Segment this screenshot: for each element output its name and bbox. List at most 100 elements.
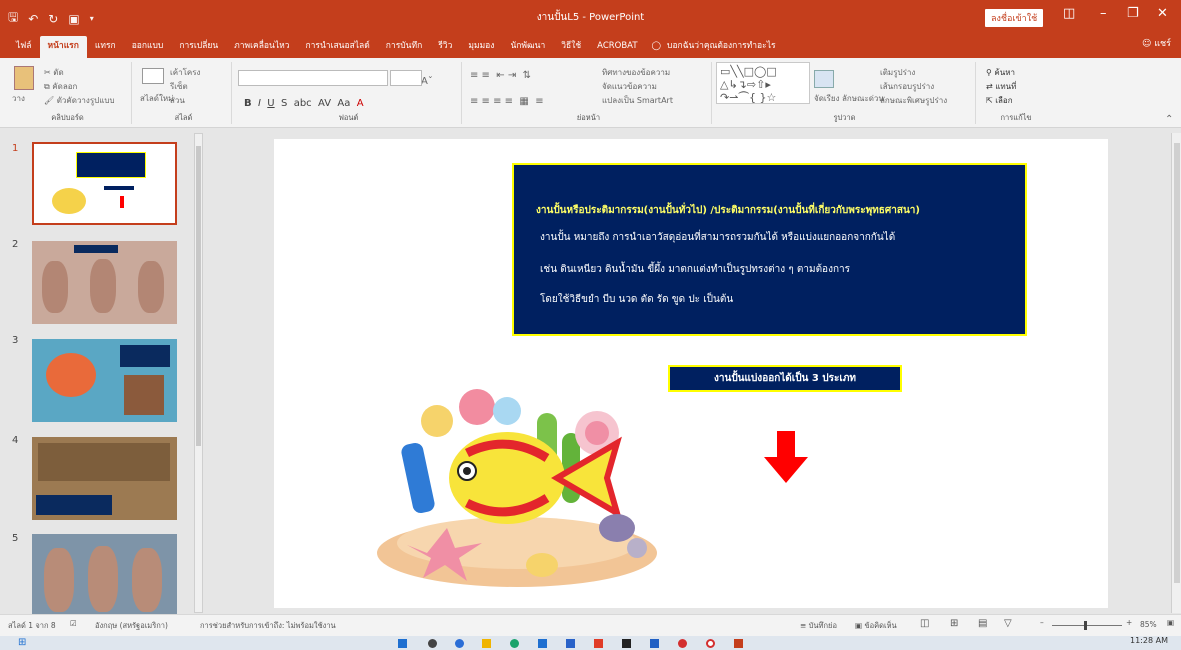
- taskbar-app-icon[interactable]: [678, 639, 687, 648]
- down-arrow-shape[interactable]: [764, 431, 808, 483]
- tab-acrobat[interactable]: ACROBAT: [589, 36, 645, 58]
- taskbar-app-icon[interactable]: [482, 639, 491, 648]
- taskbar-app-icon[interactable]: [566, 639, 575, 648]
- slide-thumbnail-4[interactable]: [32, 437, 177, 520]
- language-status[interactable]: อังกฤษ (สหรัฐอเมริกา): [95, 620, 168, 632]
- new-slide-button[interactable]: สไลด์ใหม่: [140, 92, 173, 105]
- clipboard-group-label: คลิปบอร์ด: [51, 113, 84, 122]
- alignment-icons[interactable]: ≡ ≡ ≡ ≡ ▦ ≡: [470, 96, 544, 107]
- slide-canvas[interactable]: งานปั้นหรือประติมากรรม(งานปั้นทั่วไป) /ป…: [274, 139, 1108, 608]
- copy-button[interactable]: ⧉ คัดลอก: [44, 80, 77, 93]
- tab-review[interactable]: รีวิว: [430, 36, 460, 58]
- thumb-number-5: 5: [12, 533, 19, 544]
- close-icon[interactable]: ✕: [1157, 6, 1168, 21]
- zoom-level[interactable]: 85%: [1140, 620, 1157, 629]
- tab-transitions[interactable]: การเปลี่ยน: [171, 36, 226, 58]
- align-text-button[interactable]: จัดแนวข้อความ: [602, 80, 657, 93]
- person-icon: ☺: [1141, 39, 1152, 49]
- tab-view[interactable]: มุมมอง: [460, 36, 502, 58]
- thumb-tools: [124, 375, 164, 415]
- font-name-box[interactable]: [238, 70, 388, 86]
- select-button[interactable]: ⇱ เลือก: [986, 94, 1013, 107]
- sign-in-button[interactable]: ลงชื่อเข้าใช้: [985, 9, 1044, 27]
- taskbar-app-icon[interactable]: [538, 639, 547, 648]
- tab-developer[interactable]: นักพัฒนา: [502, 36, 553, 58]
- bullets-icon[interactable]: ≡ ≡ ⇤ ⇥ ⇅: [470, 70, 531, 81]
- restore-icon[interactable]: ❐: [1127, 6, 1139, 21]
- thumb-title: [74, 245, 118, 253]
- start-icon[interactable]: ⊞: [18, 637, 26, 648]
- minimize-icon[interactable]: –: [1100, 6, 1107, 21]
- zoom-slider-thumb[interactable]: [1084, 621, 1087, 630]
- shape-outline-button[interactable]: เส้นกรอบรูปร่าง: [880, 80, 934, 93]
- paste-icon[interactable]: [14, 66, 34, 90]
- slideshow-icon[interactable]: ▽: [1004, 618, 1012, 629]
- spellcheck-icon[interactable]: ☑: [70, 619, 77, 628]
- subtitle-box[interactable]: งานปั้นแบ่งออกได้เป็น 3 ประเภท: [668, 365, 902, 392]
- share-button[interactable]: ☺ แชร์: [1142, 36, 1171, 50]
- taskbar-app-icon[interactable]: [455, 639, 464, 648]
- taskbar-app-icon[interactable]: [706, 639, 715, 648]
- format-painter-button[interactable]: 🖌 ตัวคัดวางรูปแบบ: [44, 94, 115, 107]
- font-format-buttons[interactable]: B I U S abc AV Aa A: [244, 98, 364, 109]
- slide-thumbnail-3[interactable]: [32, 339, 177, 422]
- quick-styles-button[interactable]: ลักษณะด่วน: [842, 92, 884, 105]
- tab-slideshow[interactable]: การนำเสนอสไลด์: [298, 36, 378, 58]
- taskbar-app-icon[interactable]: [398, 639, 407, 648]
- collapse-ribbon-icon[interactable]: ⌃: [1165, 114, 1173, 125]
- shape-effects-button[interactable]: ลักษณะพิเศษรูปร่าง: [880, 94, 947, 107]
- notes-button[interactable]: ≡ บันทึกย่อ: [800, 620, 837, 632]
- taskbar-app-icon[interactable]: [594, 639, 603, 648]
- tab-animations[interactable]: ภาพเคลื่อนไหว: [226, 36, 297, 58]
- reading-view-icon[interactable]: ▤: [978, 618, 987, 629]
- thumbnail-scrollbar[interactable]: [194, 133, 203, 613]
- taskbar-powerpoint-icon[interactable]: [734, 639, 743, 648]
- section-button[interactable]: ส่วน: [170, 94, 185, 107]
- tab-record[interactable]: การบันทึก: [378, 36, 430, 58]
- comments-button[interactable]: ▣ ข้อคิดเห็น: [855, 620, 897, 632]
- tab-file[interactable]: ไฟล์: [8, 36, 40, 58]
- text-direction-button[interactable]: ทิศทางของข้อความ: [602, 66, 670, 79]
- fit-slide-icon[interactable]: ▣: [1167, 618, 1174, 627]
- definition-line-2: เช่น ดินเหนียว ดินน้ำมัน ขี้ผึ้ง มาตกแต่…: [540, 264, 850, 275]
- tab-insert[interactable]: แทรก: [87, 36, 124, 58]
- shape-fill-button[interactable]: เติมรูปร่าง: [880, 66, 915, 79]
- smartart-button[interactable]: แปลงเป็น SmartArt: [602, 94, 673, 107]
- tab-home[interactable]: หน้าแรก: [39, 36, 87, 58]
- paste-button[interactable]: วาง: [12, 92, 25, 105]
- cut-button[interactable]: ✂ ตัด: [44, 66, 64, 79]
- slide-scrollbar[interactable]: [1171, 133, 1181, 613]
- accessibility-status[interactable]: การช่วยสำหรับการเข้าถึง: ไม่พร้อมใช้งาน: [200, 620, 336, 632]
- zoom-out-icon[interactable]: –: [1040, 618, 1044, 627]
- layout-button[interactable]: เค้าโครง: [170, 66, 200, 79]
- replace-button[interactable]: ⇄ แทนที่: [986, 80, 1016, 93]
- clay-fish-image[interactable]: [367, 383, 667, 593]
- find-button[interactable]: ⚲ ค้นหา: [986, 66, 1015, 79]
- definition-textbox[interactable]: งานปั้นหรือประติมากรรม(งานปั้นทั่วไป) /ป…: [512, 163, 1027, 336]
- thumbnail-scroll-thumb[interactable]: [196, 146, 201, 446]
- slide-thumbnail-2[interactable]: [32, 241, 177, 324]
- normal-view-icon[interactable]: ◫: [920, 618, 929, 629]
- reset-button[interactable]: รีเซ็ต: [170, 80, 188, 93]
- font-size-box[interactable]: [390, 70, 422, 86]
- slide-scroll-thumb[interactable]: [1174, 143, 1180, 583]
- taskbar-app-icon[interactable]: [622, 639, 631, 648]
- slide-thumbnail-5[interactable]: [32, 534, 177, 617]
- taskbar-app-icon[interactable]: [650, 639, 659, 648]
- tab-help[interactable]: วิธีใช้: [553, 36, 589, 58]
- ribbon-display-icon[interactable]: ◫: [1063, 6, 1075, 21]
- tab-design[interactable]: ออกแบบ: [124, 36, 172, 58]
- zoom-slider[interactable]: [1052, 625, 1122, 626]
- new-slide-icon[interactable]: [142, 68, 164, 84]
- arrange-icon[interactable]: [814, 70, 834, 88]
- taskbar-clock[interactable]: 11:28 AM: [1130, 636, 1168, 645]
- share-label: แชร์: [1154, 39, 1171, 49]
- arrange-button[interactable]: จัดเรียง: [814, 92, 840, 105]
- tell-me-search[interactable]: บอกฉันว่าคุณต้องการทำอะไร: [661, 36, 776, 58]
- zoom-in-icon[interactable]: +: [1126, 618, 1132, 627]
- shapes-gallery[interactable]: ▭╲╲□◯□ △↳↴⇨⇧▸ ↷⇀⏜{ }☆: [716, 62, 810, 104]
- taskbar-app-icon[interactable]: [428, 639, 437, 648]
- slide-thumbnail-1[interactable]: [32, 142, 177, 225]
- taskbar-app-icon[interactable]: [510, 639, 519, 648]
- slide-sorter-icon[interactable]: ⊞: [950, 618, 958, 629]
